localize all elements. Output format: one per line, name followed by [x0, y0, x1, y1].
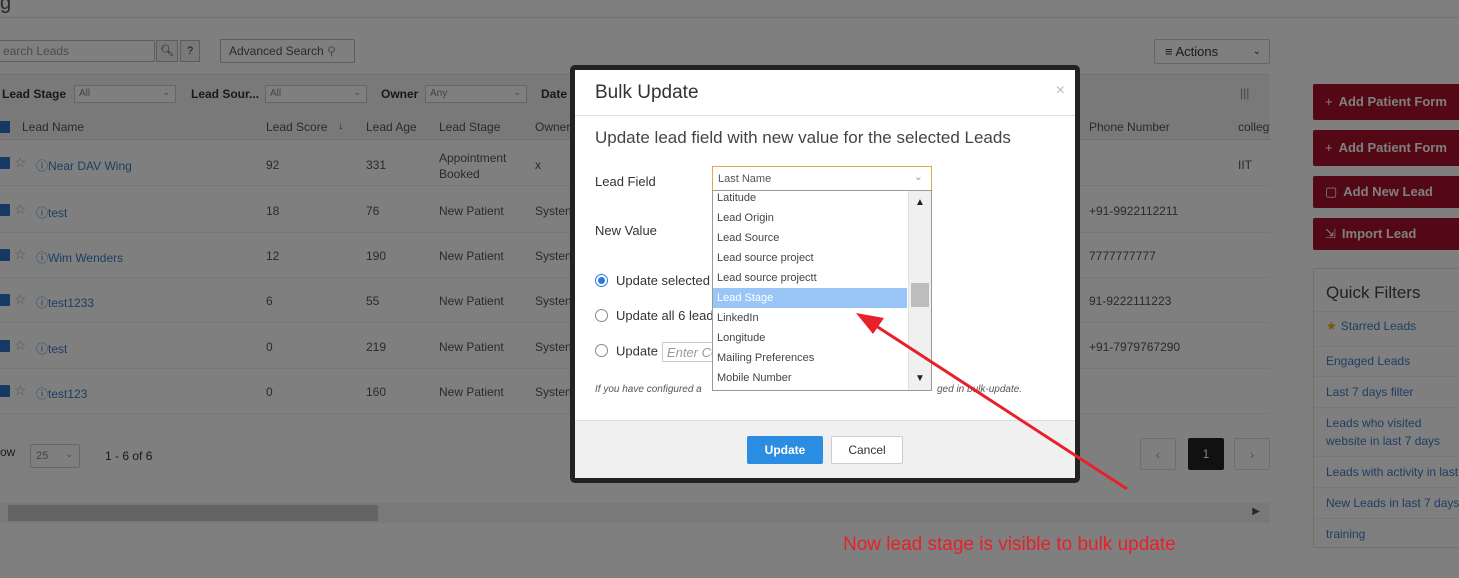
annotation-text: Now lead stage is visible to bulk update — [843, 534, 1176, 555]
annotation-arrow — [856, 313, 1128, 491]
